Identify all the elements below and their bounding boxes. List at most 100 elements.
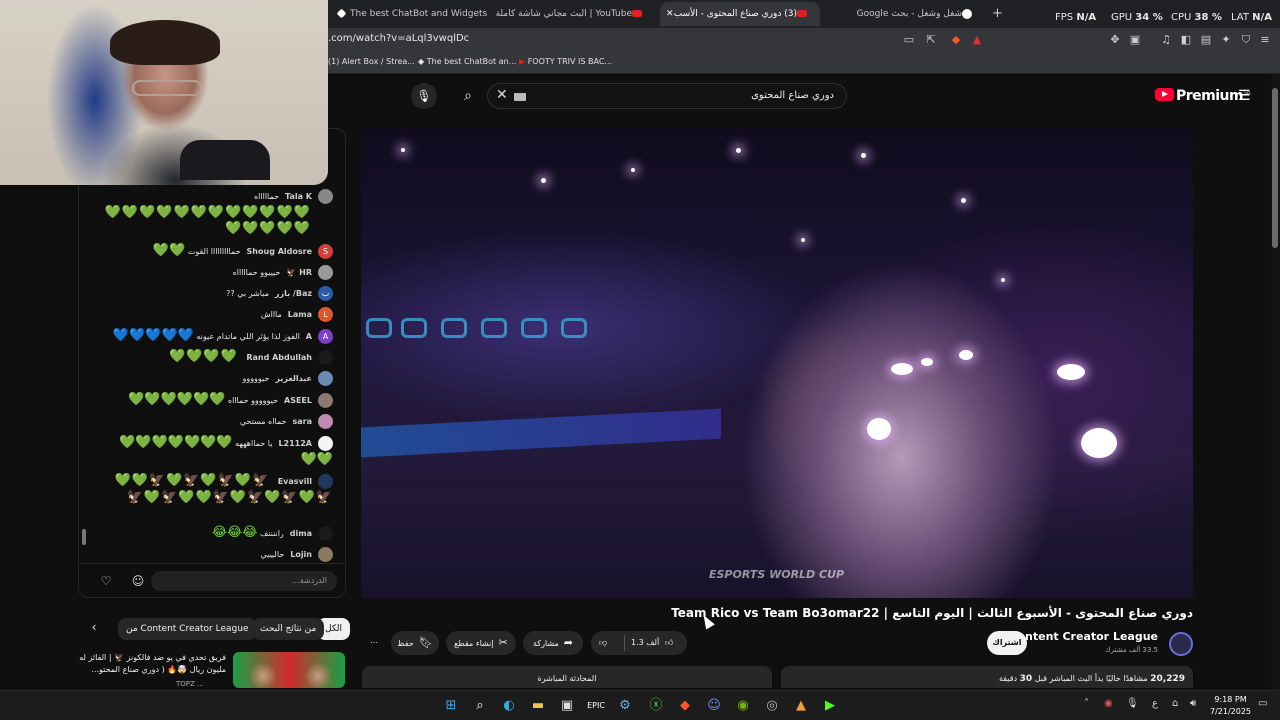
hex-panel xyxy=(401,318,427,338)
like-count[interactable]: 1.3 ألف xyxy=(631,631,659,655)
page-scrollbar[interactable] xyxy=(1271,74,1280,690)
chat-text: حمااه مستحي xyxy=(239,417,287,426)
tab-google-search[interactable]: شغل وشغل - بحث Google xyxy=(825,2,985,26)
stage-light xyxy=(541,178,546,183)
chevron-left-icon[interactable]: ‹ xyxy=(86,620,102,638)
volume-icon[interactable]: 🔊︎ xyxy=(1190,698,1196,709)
channel-name[interactable]: Content Creator League xyxy=(1009,630,1158,643)
microphone-icon: 🎙 xyxy=(416,89,432,103)
brave-icon[interactable]: ◆ xyxy=(675,696,695,716)
save-button[interactable]: حفظ 🔖︎ xyxy=(391,631,439,655)
video-player[interactable]: ESPORTS WORLD CUP xyxy=(361,128,1193,598)
store-icon[interactable]: ▣ xyxy=(557,696,577,716)
extensions-icon[interactable]: ✥ xyxy=(1108,33,1122,47)
vpn-icon[interactable]: ⛉ xyxy=(1239,33,1253,47)
scrollbar-thumb[interactable] xyxy=(1272,88,1278,248)
file-explorer-icon[interactable]: ▬ xyxy=(528,696,548,716)
avatar: S xyxy=(318,244,333,259)
brave-rewards-icon[interactable]: ▲ xyxy=(970,33,984,47)
kick-icon[interactable]: ▶ xyxy=(820,696,840,716)
google-icon xyxy=(962,8,972,19)
tab-youtube-fullscreen[interactable]: YouTube | البث مجاني شاشة كاملة - xyxy=(495,2,655,26)
clock[interactable]: 9:18 PM 7/21/2025 xyxy=(1210,694,1251,718)
record-icon[interactable]: ◉ xyxy=(1104,698,1113,709)
discord-icon[interactable]: ☺ xyxy=(704,696,724,716)
brave-shield-icon[interactable]: ◆ xyxy=(949,33,963,47)
windows-start-icon[interactable]: ⊞ xyxy=(441,696,461,716)
heart-icon[interactable]: ♡ xyxy=(97,572,115,590)
epic-games-icon[interactable]: EPIC xyxy=(586,696,606,716)
tab-active-video[interactable]: ✕ (3) دوري صناع المحتوى - الأسب xyxy=(660,2,820,26)
chat-emojis: 💚💚 xyxy=(152,243,186,258)
share-label: مشاركة xyxy=(532,639,559,648)
tab-chatbot[interactable]: The best ChatBot and Widgets for Ki xyxy=(330,2,490,26)
bookmark-chatbot[interactable]: ◆ The best ChatBot an... xyxy=(418,57,516,66)
chat-author: ASEEL xyxy=(284,396,312,405)
description-box[interactable]: 20,229 مشاهدًا حاليًا بدأ البث المباشر ق… xyxy=(781,666,1193,688)
obs-icon[interactable]: ◎ xyxy=(762,696,782,716)
tray-overflow-icon[interactable]: ˄ xyxy=(1084,698,1089,709)
subscribe-button[interactable]: اشتراك xyxy=(987,631,1027,655)
bookmark-footy-triv[interactable]: ▶ FOOTY TRIV IS BAC... xyxy=(519,57,612,66)
language-indicator[interactable]: ع xyxy=(1152,698,1158,709)
live-chat-header[interactable]: المحادثة المباشرة xyxy=(362,666,772,688)
chat-author: Lama xyxy=(287,310,312,319)
streamer-glasses xyxy=(132,80,202,96)
streamlabs-icon[interactable]: ▲ xyxy=(791,696,811,716)
guide-menu-icon[interactable]: ☰ xyxy=(1238,88,1254,104)
avatar: A xyxy=(318,329,333,344)
edge-icon[interactable]: ◐ xyxy=(499,696,519,716)
more-actions-button[interactable]: ⋯ xyxy=(362,631,386,655)
share-icon[interactable]: ⇱ xyxy=(924,33,938,47)
cast-icon[interactable]: ▭ xyxy=(902,33,916,47)
stat-label: CPU xyxy=(1171,12,1192,23)
voice-search-button[interactable]: 🎙 xyxy=(411,83,437,109)
browser-menu-icon[interactable]: ≡ xyxy=(1258,33,1272,47)
close-icon[interactable]: ✕ xyxy=(666,2,674,26)
recommendation-thumbnail[interactable] xyxy=(233,652,345,688)
clear-search-icon[interactable]: ✕ xyxy=(496,87,508,103)
search-icon[interactable]: ⌕ xyxy=(470,696,490,716)
search-input[interactable]: دوري صناع المحتوى xyxy=(751,90,834,101)
screenshot-icon[interactable]: ▣ xyxy=(1128,33,1142,47)
network-icon[interactable]: ⌂ xyxy=(1172,698,1178,709)
media-icon[interactable]: ♫ xyxy=(1159,33,1173,47)
url-field[interactable]: .com/watch?v=aLql3vwqlDc xyxy=(328,33,469,44)
wallet-icon[interactable]: ▤ xyxy=(1199,33,1213,47)
sidebar-icon[interactable]: ◧ xyxy=(1179,33,1193,47)
emoji-icon[interactable]: ☺ xyxy=(129,572,147,590)
chip-from-channel[interactable]: من Content Creator League xyxy=(118,618,257,640)
like-icon[interactable]: 👍︎ xyxy=(665,631,673,655)
chat-scrollbar[interactable] xyxy=(82,529,86,545)
chip-from-search[interactable]: من نتائج البحث xyxy=(252,618,325,640)
chat-input[interactable]: الدردشة... xyxy=(151,571,337,591)
chat-message: AA الفوز لذا يؤثر اللي ماتدام عيونه 💙💙💙💙💙 xyxy=(113,328,333,345)
bookmark-label: FOOTY TRIV IS BAC... xyxy=(527,57,613,66)
steam-icon[interactable]: ⚙ xyxy=(615,696,635,716)
new-tab-button[interactable]: + xyxy=(988,2,1008,26)
microphone-icon[interactable]: 🎙︎ xyxy=(1126,698,1139,709)
dislike-icon[interactable]: 👎︎ xyxy=(599,631,607,655)
tab-label: YouTube | البث مجاني شاشة كاملة - xyxy=(495,9,632,19)
bookmark-alert-box[interactable]: (1) Alert Box / Strea... xyxy=(328,57,415,66)
diamond-icon: ◆ xyxy=(418,57,427,66)
keyboard-icon[interactable] xyxy=(514,93,526,101)
share-button[interactable]: مشاركة ➦ xyxy=(523,631,583,655)
stat-value: 34 % xyxy=(1135,12,1163,23)
stage-light xyxy=(801,238,805,242)
leo-ai-icon[interactable]: ✦ xyxy=(1219,33,1233,47)
chat-emojis: 💙💙💙💙💙 xyxy=(112,328,194,343)
search-button[interactable]: ⌕ xyxy=(451,83,485,109)
chat-author: Baz/ بازر xyxy=(274,289,312,298)
hex-panel xyxy=(441,318,467,338)
recommendation-title[interactable]: فريق تحدي في يو ضد فالكونز 🦅 | الفائز له… xyxy=(76,652,226,676)
clip-button[interactable]: إنشاء مقطع ✂ xyxy=(446,631,516,655)
youtube-premium-logo[interactable]: PremiumSA xyxy=(1155,88,1251,104)
avatar: L xyxy=(318,307,333,322)
nvidia-icon[interactable]: ◉ xyxy=(733,696,753,716)
search-box[interactable]: ✕ دوري صناع المحتوى xyxy=(487,83,847,109)
notifications-icon[interactable]: ▭ xyxy=(1258,698,1267,709)
xbox-icon[interactable]: ⓧ xyxy=(646,696,666,716)
stage-light xyxy=(867,418,891,440)
channel-avatar[interactable] xyxy=(1169,632,1193,656)
